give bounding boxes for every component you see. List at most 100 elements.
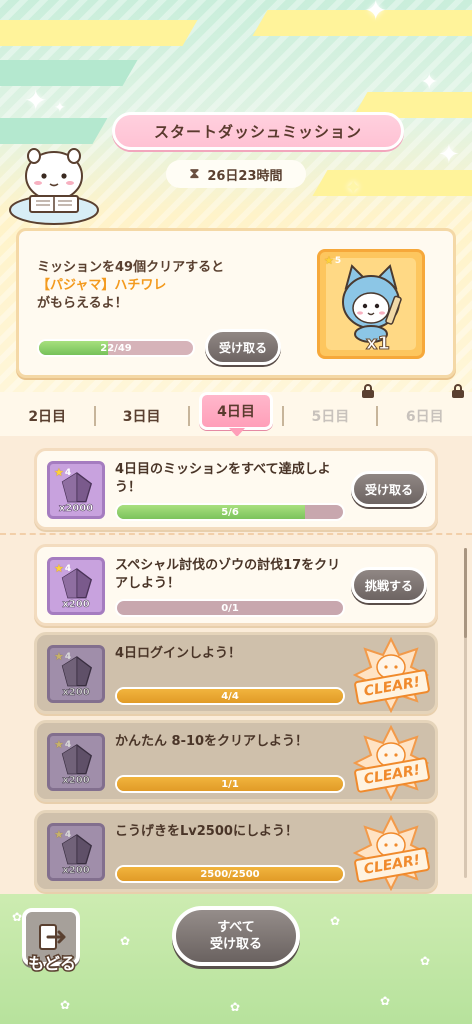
flower-decor-icon: ✿ [12, 910, 23, 924]
mission-card: ★ 4 x2000 4日目のミッションをすべて達成しよう！ 5/6 受け取る [34, 448, 438, 530]
tab-divider [94, 406, 96, 426]
mission-progress-text: 5/6 [221, 506, 239, 518]
reward-count: x200 [62, 865, 90, 877]
tab-day-3[interactable]: 3日目 [94, 406, 188, 426]
mission-progress-text: 4/4 [221, 690, 239, 702]
star-icon: ★ [54, 738, 64, 751]
rarity-badge: ★ 4 [54, 466, 71, 479]
reward-crystal-icon[interactable]: ★ 4 x200 [47, 557, 105, 615]
mission-claim-button[interactable]: 受け取る [351, 471, 427, 507]
mission-card: ★ 4 x200 スペシャル討伐のゾウの討伐17をクリアしよう！ 0/1 挑戦する [34, 544, 438, 626]
tab-day-2[interactable]: 2日目 [0, 406, 94, 426]
rarity-value: 4 [64, 739, 72, 750]
reward-count: x2000 [58, 503, 94, 515]
reward-claim-button[interactable]: 受け取る [205, 329, 281, 365]
mission-card: ★ 4 x200 4日ログインしよう！ 4/4 CLEAR! [34, 632, 438, 714]
mission-progress-bar: 2500/2500 [115, 865, 345, 883]
flower-decor-icon: ✿ [120, 934, 131, 948]
reward-description: ミッションを49個クリアすると 【パジャマ】ハチワレ がもらえるよ！ [37, 259, 224, 313]
rarity-badge: ★ 5 [324, 254, 341, 267]
reward-crystal-icon[interactable]: ★ 4 x200 [47, 645, 105, 703]
reward-progress-bar: 22/49 [37, 339, 195, 357]
back-label[interactable]: もどる [14, 950, 90, 975]
star-icon: ★ [54, 562, 64, 575]
star-icon: ★ [54, 650, 64, 663]
flower-decor-icon: ✿ [60, 998, 71, 1012]
sparkle-icon: ✦ [344, 176, 363, 201]
reward-crystal-icon[interactable]: ★ 4 x200 [47, 823, 105, 881]
mission-progress-text: 2500/2500 [200, 868, 260, 880]
reward-item-card[interactable]: ★ 5 x1 [317, 249, 425, 359]
rarity-badge: ★ 4 [54, 828, 71, 841]
mission-progress-text: 0/1 [221, 602, 239, 614]
time-remaining: ⧗ 26日23時間 [166, 160, 306, 188]
mission-title: 4日目のミッションをすべて達成しよう！ [115, 462, 331, 495]
decor-band [0, 60, 138, 86]
page-title: スタートダッシュミッション [103, 112, 413, 150]
reward-crystal-icon[interactable]: ★ 4 x200 [47, 733, 105, 791]
reward-item-name: 【パジャマ】ハチワレ [37, 278, 167, 293]
flower-decor-icon: ✿ [420, 954, 431, 968]
mission-title: かんたん 8-10をクリアしよう！ [115, 734, 309, 749]
rarity-badge: ★ 4 [54, 562, 71, 575]
mission-title: スペシャル討伐のゾウの討伐17をクリアしよう！ [115, 558, 341, 591]
star-icon: ★ [324, 254, 334, 267]
mission-card: ★ 4 x200 かんたん 8-10をクリアしよう！ 1/1 CLEAR! [34, 720, 438, 802]
reward-crystal-icon[interactable]: ★ 4 x2000 [47, 461, 105, 519]
star-icon: ★ [54, 466, 64, 479]
scrollbar-thumb[interactable] [464, 548, 467, 638]
claim-all-line2: 受け取る [209, 937, 262, 952]
claim-all-button[interactable]: すべて 受け取る [172, 906, 300, 966]
section-divider [0, 533, 472, 535]
mission-progress-bar: 4/4 [115, 687, 345, 705]
reward-quantity: x1 [365, 333, 390, 355]
completion-reward-panel: ミッションを49個クリアすると 【パジャマ】ハチワレ がもらえるよ！ 22/49… [16, 228, 456, 378]
rarity-badge: ★ 4 [54, 738, 71, 751]
mission-progress-text: 1/1 [221, 778, 239, 790]
sparkle-icon: ✦ [438, 140, 460, 170]
reward-line-1: ミッションを49個クリアすると [37, 260, 225, 275]
rarity-value: 4 [64, 563, 72, 574]
clear-stamp: CLEAR! [347, 725, 435, 801]
flower-decor-icon: ✿ [230, 1000, 241, 1014]
tab-day-5[interactable]: 5日目 [283, 406, 377, 426]
lock-icon [452, 384, 464, 398]
chiikawa-reading-mascot [9, 148, 99, 225]
lock-icon [362, 384, 374, 398]
claim-all-line1: すべて [217, 920, 255, 935]
decor-band [312, 170, 472, 196]
flower-decor-icon: ✿ [380, 994, 391, 1008]
rarity-value: 4 [64, 467, 72, 478]
reward-count: x200 [62, 687, 90, 699]
reward-count: x200 [62, 599, 90, 611]
tab-divider [188, 406, 190, 426]
timer-text: 26日23時間 [207, 168, 283, 184]
mission-progress-bar: 5/6 [115, 503, 345, 521]
reward-progress-text: 22/49 [100, 342, 132, 354]
tab-divider [376, 406, 378, 426]
mission-progress-bar: 1/1 [115, 775, 345, 793]
mission-card: ★ 4 x200 こうげきをLv2500にしよう！ 2500/2500 CLEAR! [34, 810, 438, 892]
mission-challenge-button[interactable]: 挑戦する [351, 567, 427, 603]
clear-stamp: CLEAR! [347, 815, 435, 891]
flower-decor-icon: ✿ [330, 914, 341, 928]
hourglass-icon: ⧗ [189, 166, 200, 182]
sparkle-icon: ✦ [364, 0, 388, 27]
exit-door-icon [39, 924, 66, 950]
rarity-value: 4 [64, 651, 72, 662]
star-icon: ★ [54, 828, 64, 841]
rarity-value: 4 [64, 829, 72, 840]
tab-day-4-active[interactable]: 4日目 [199, 392, 273, 437]
mission-progress-bar: 0/1 [115, 599, 345, 617]
mission-title: 4日ログインしよう！ [115, 646, 242, 661]
reward-count: x200 [62, 775, 90, 787]
tab-day-6[interactable]: 6日目 [378, 406, 472, 426]
tab-divider [282, 406, 284, 426]
sparkle-icon: ✦ [54, 100, 66, 116]
decor-band [252, 10, 472, 36]
mission-title: こうげきをLv2500にしよう！ [115, 824, 298, 839]
reward-line-3: がもらえるよ！ [37, 296, 128, 311]
rarity-badge: ★ 4 [54, 650, 71, 663]
clear-stamp: CLEAR! [347, 637, 435, 713]
sparkle-icon: ✦ [24, 84, 48, 117]
